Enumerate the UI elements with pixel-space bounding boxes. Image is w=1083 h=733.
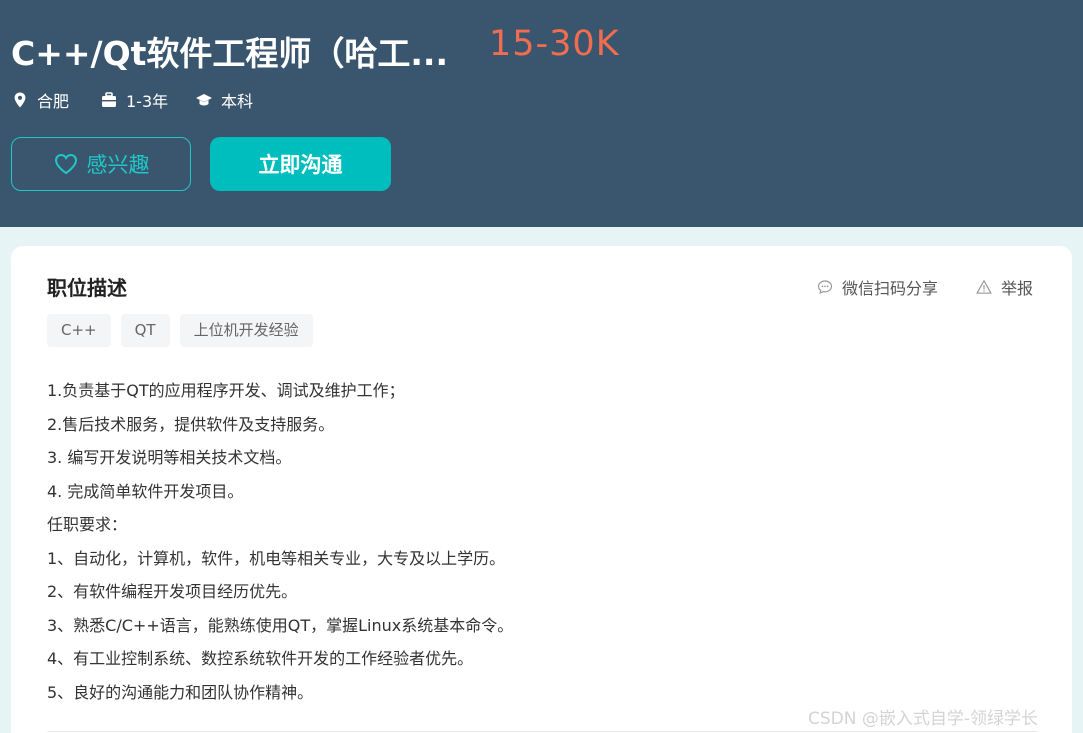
description-line: 4. 完成简单软件开发项目。	[47, 481, 244, 501]
wechat-share-link[interactable]: 微信扫码分享	[817, 275, 938, 299]
section-title: 职位描述	[47, 276, 127, 300]
education-label: 本科	[221, 92, 254, 111]
graduation-cap-icon	[196, 94, 212, 106]
skill-tag: QT	[120, 314, 170, 347]
warning-icon	[976, 280, 992, 294]
description-line: 4、有工业控制系统、数控系统软件开发的工作经验者优先。	[47, 649, 474, 668]
job-experience: 1-3年	[100, 89, 168, 111]
report-label: 举报	[1001, 279, 1034, 298]
description-line: 2、有软件编程开发项目经历优先。	[47, 582, 298, 601]
description-line: 3、熟悉C/C++语言，能熟练使用QT，掌握Linux系统基本命令。	[47, 615, 514, 635]
heart-icon	[54, 153, 77, 175]
description-line: 1.负责基于QT的应用程序开发、调试及维护工作；	[47, 381, 405, 400]
job-education: 本科	[195, 89, 253, 111]
job-header: C++/Qt软件工程师（哈工... 15-30K 合肥 1-3年 本科 感兴趣 …	[0, 0, 1083, 227]
chat-now-button[interactable]: 立即沟通	[210, 137, 391, 191]
description-line: 3. 编写开发说明等相关技术文档。	[47, 448, 292, 467]
report-link[interactable]: 举报	[976, 275, 1033, 299]
briefcase-icon	[102, 92, 116, 107]
location-pin-icon	[14, 92, 26, 108]
share-label: 微信扫码分享	[842, 279, 939, 298]
description-line: 2.售后技术服务，提供软件及支持服务。	[47, 414, 335, 434]
salary-range: 15-30K	[489, 24, 620, 64]
description-line: 1、自动化，计算机，软件，机电等相关专业，大专及以上学历。	[47, 548, 506, 568]
skill-tag: C++	[47, 314, 111, 347]
job-city: 合肥	[11, 89, 69, 111]
job-description-card: 职位描述 微信扫码分享 举报 C++ QT 上位机开发经验 1.负责基于QT的应…	[11, 246, 1072, 733]
chat-bubble-icon	[817, 280, 833, 295]
skill-tag: 上位机开发经验	[179, 314, 313, 347]
city-label: 合肥	[37, 92, 70, 111]
section-divider	[47, 731, 1037, 732]
experience-label: 1-3年	[126, 92, 169, 111]
interest-button-label: 感兴趣	[86, 153, 150, 177]
requirements-heading: 任职要求：	[47, 515, 128, 534]
csdn-watermark: CSDN @嵌入式自学-领绿学长	[808, 709, 1039, 729]
interest-button[interactable]: 感兴趣	[11, 137, 191, 191]
job-title: C++/Qt软件工程师（哈工...	[11, 34, 449, 73]
skill-tags: C++ QT 上位机开发经验	[47, 314, 323, 347]
job-description-text: 1.负责基于QT的应用程序开发、调试及维护工作； 2.售后技术服务，提供软件及支…	[47, 374, 1047, 709]
